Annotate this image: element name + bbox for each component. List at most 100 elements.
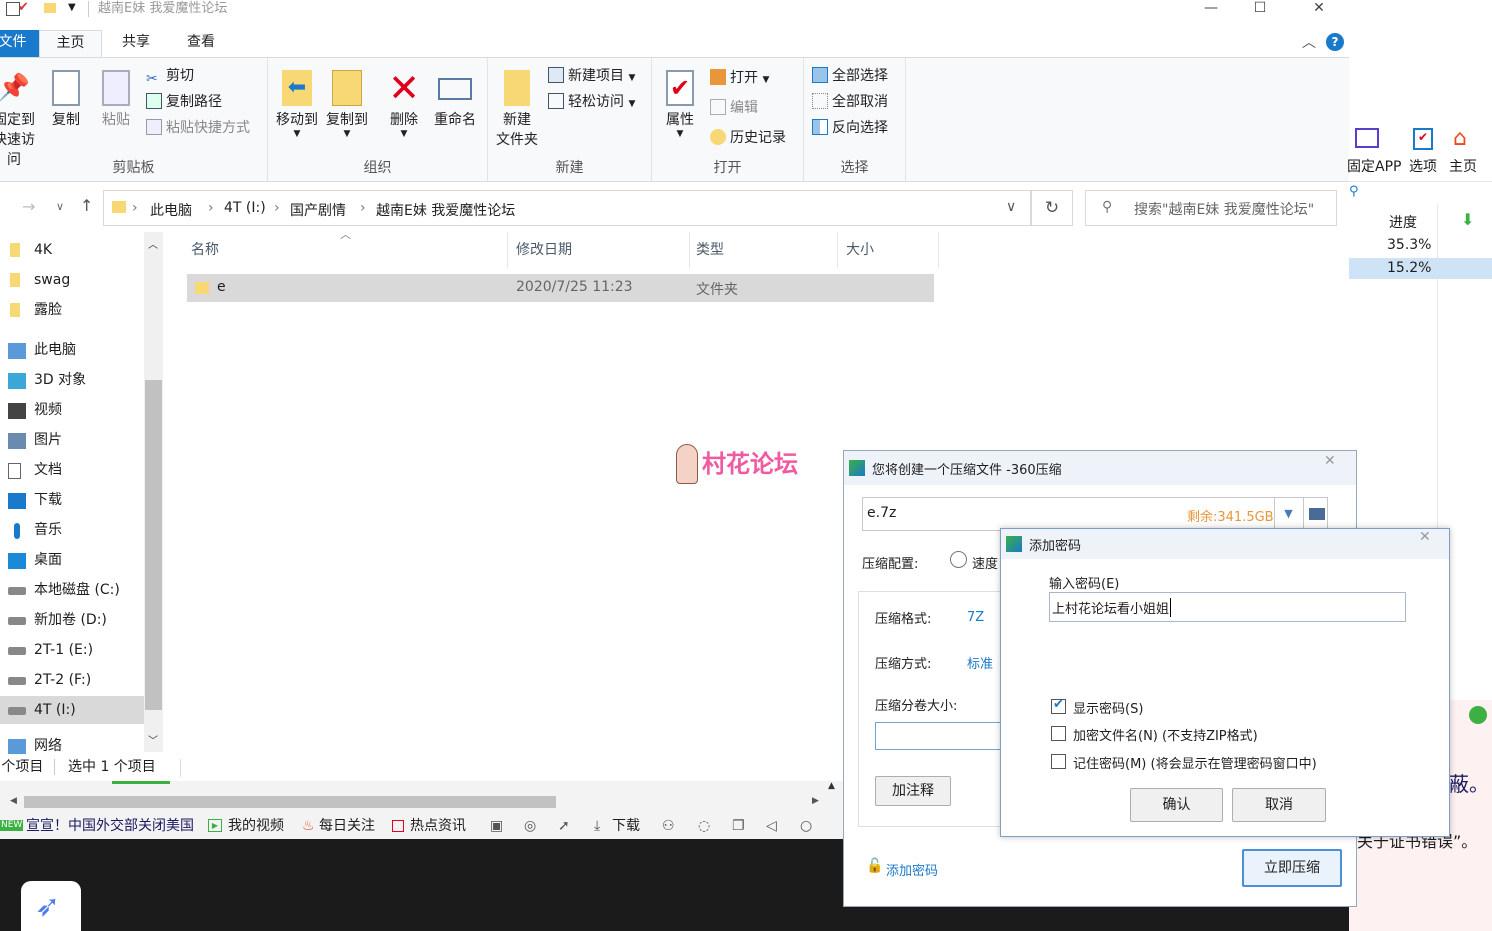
my-videos-link[interactable]: 我的视频 xyxy=(228,815,284,837)
close-icon[interactable]: ✕ xyxy=(1324,453,1336,469)
cancel-button[interactable]: 取消 xyxy=(1232,788,1326,822)
select-all-button[interactable]: 全部选择 xyxy=(812,66,888,86)
minimize-button[interactable]: — xyxy=(1188,0,1234,18)
properties-button[interactable]: ✔ 属性 ▼ xyxy=(658,70,702,139)
nav-item[interactable]: 视频 xyxy=(0,396,144,424)
invert-selection-button[interactable]: 反向选择 xyxy=(812,118,888,138)
address-bar[interactable]: › 此电脑 › 4T (I:) › 国产剧情 › 越南E妹 我爱魔性论坛 ∨ xyxy=(103,190,1031,226)
breadcrumb-current[interactable]: 越南E妹 我爱魔性论坛 xyxy=(376,200,515,220)
history-button[interactable]: 历史记录 xyxy=(710,128,786,148)
move-to-button[interactable]: ⬅ 移动到 ▼ xyxy=(274,70,320,139)
translate-icon[interactable]: ◎ xyxy=(524,815,536,837)
nav-item[interactable]: 桌面 xyxy=(0,546,144,574)
nav-item[interactable]: 2T-2 (F:) xyxy=(0,666,144,694)
speed-radio[interactable] xyxy=(950,551,967,568)
breadcrumb-drive[interactable]: 4T (I:) xyxy=(224,200,266,216)
compress-now-button[interactable]: 立即压缩 xyxy=(1242,849,1342,887)
format-value[interactable]: 7Z xyxy=(967,610,984,625)
dock-app[interactable]: ➶ xyxy=(21,881,81,931)
options-button[interactable]: 选项 xyxy=(1409,156,1437,176)
refresh-button[interactable]: ↻ xyxy=(1031,190,1073,226)
recent-dropdown-icon[interactable]: ∨ xyxy=(56,200,64,213)
nav-scrollbar[interactable]: ︿ ﹀ xyxy=(144,232,163,752)
add-comment-button[interactable]: 加注释 xyxy=(875,776,951,806)
nav-item[interactable]: 新加卷 (D:) xyxy=(0,606,144,634)
new-item-button[interactable]: 新建项目 ▼ xyxy=(548,66,635,88)
horizontal-scroll-thumb[interactable] xyxy=(24,796,556,808)
clean-icon[interactable]: ◌ xyxy=(698,815,710,837)
nav-item[interactable]: 4K xyxy=(0,236,144,264)
help-icon[interactable]: ? xyxy=(1326,33,1344,51)
app-icon[interactable] xyxy=(1469,706,1487,724)
nav-item[interactable]: 本地磁盘 (C:) xyxy=(0,576,144,604)
folder-icon[interactable] xyxy=(44,3,56,13)
copy-path-button[interactable]: 复制路径 xyxy=(146,92,222,112)
nav-item[interactable]: 图片 xyxy=(0,426,144,454)
delete-button[interactable]: ✕ 删除 ▼ xyxy=(382,69,426,139)
method-value[interactable]: 标准 xyxy=(967,653,993,672)
nav-item[interactable]: swag xyxy=(0,266,144,294)
collapse-ribbon-icon[interactable]: ︿ xyxy=(1302,32,1316,52)
encrypt-names-checkbox[interactable] xyxy=(1051,726,1066,741)
search-icon[interactable]: ⚲ xyxy=(1349,184,1359,199)
paste-button[interactable]: 粘贴 xyxy=(94,70,138,130)
paste-shortcut-button[interactable]: 粘贴快捷方式 xyxy=(146,118,250,138)
nav-item[interactable]: 文档 xyxy=(0,456,144,484)
easy-access-button[interactable]: 轻松访问 ▼ xyxy=(548,92,635,114)
split-size-input[interactable] xyxy=(875,722,1019,750)
cut-button[interactable]: ✂ 剪切 xyxy=(146,66,194,87)
pin-app-button[interactable]: 固定APP xyxy=(1347,156,1401,176)
zoom-icon[interactable]: ○ xyxy=(800,815,812,837)
col-type[interactable]: 类型 xyxy=(692,232,838,268)
volume-icon[interactable]: ◁ xyxy=(766,815,777,837)
scroll-down-icon[interactable]: ﹀ xyxy=(148,732,158,747)
remember-password-checkbox[interactable] xyxy=(1051,754,1066,769)
image-icon[interactable]: ▣ xyxy=(490,815,503,837)
nav-item[interactable]: 露脸 xyxy=(0,296,144,324)
search-box[interactable]: ⚲ 搜索"越南E妹 我爱魔性论坛" xyxy=(1085,190,1337,226)
address-dropdown-icon[interactable]: ∨ xyxy=(1006,199,1016,215)
password-input[interactable]: 上村花论坛看小姐姐 xyxy=(1049,592,1406,622)
tab-share[interactable]: 共享 xyxy=(106,30,166,57)
scroll-right-icon[interactable]: ▶ xyxy=(812,796,819,806)
col-size[interactable]: 大小 xyxy=(842,232,939,268)
edit-button[interactable]: 编辑 xyxy=(710,98,758,118)
qat-dropdown-icon[interactable]: ▼ xyxy=(68,2,76,13)
nav-item[interactable]: 3D 对象 xyxy=(0,366,144,394)
tab-view[interactable]: 查看 xyxy=(170,30,232,57)
nav-item[interactable]: 此电脑 xyxy=(0,336,144,364)
close-button[interactable]: ✕ xyxy=(1296,0,1342,18)
up-arrow-icon[interactable]: ↑ xyxy=(80,196,93,215)
nav-item[interactable]: 网络 xyxy=(0,732,144,754)
browse-button[interactable] xyxy=(1303,498,1329,530)
download-link[interactable]: 下载 xyxy=(612,815,640,837)
hot-news-link[interactable]: 热点资讯 xyxy=(410,815,466,837)
copy-to-button[interactable]: 复制到 ▼ xyxy=(324,70,370,139)
show-password-checkbox[interactable]: ✔ xyxy=(1051,697,1066,714)
selected-row[interactable]: 15.2% xyxy=(1349,258,1492,279)
pin-app-icon[interactable] xyxy=(1355,128,1379,148)
maximize-button[interactable]: ☐ xyxy=(1237,0,1283,18)
nav-item[interactable]: 音乐 xyxy=(0,516,144,544)
filename-field[interactable]: e.7z 剩余:341.5GB ▼ xyxy=(862,497,1328,531)
nav-item[interactable]: 下载 xyxy=(0,486,144,514)
tab-home[interactable]: 主页 xyxy=(39,30,102,57)
ok-button[interactable]: 确认 xyxy=(1130,788,1223,822)
col-name[interactable]: 名称 xyxy=(187,232,508,268)
col-date[interactable]: 修改日期 xyxy=(512,232,690,268)
breadcrumb-folder[interactable]: 国产剧情 xyxy=(290,200,346,220)
nav-item[interactable]: 2T-1 (E:) xyxy=(0,636,144,664)
back-arrow-icon[interactable]: → xyxy=(22,197,35,216)
new-folder-button[interactable]: 新建 文件夹 xyxy=(492,70,542,150)
daily-focus-link[interactable]: 每日关注 xyxy=(319,815,375,837)
close-icon[interactable]: ✕ xyxy=(1419,529,1431,545)
history-dropdown-icon[interactable]: ▼ xyxy=(1274,498,1302,530)
tab-file[interactable]: 文件 xyxy=(0,30,39,57)
pin-quick-access-button[interactable]: 📌 固定到 快速访问 xyxy=(0,70,40,170)
select-none-button[interactable]: 全部取消 xyxy=(812,92,888,112)
rename-button[interactable]: 重命名 xyxy=(428,70,482,130)
nav-item[interactable]: 4T (I:) xyxy=(0,696,144,724)
file-row[interactable]: e 2020/7/25 11:23 文件夹 xyxy=(187,274,934,302)
news-headline-link[interactable]: 宣宣！中国外交部关闭美国 xyxy=(26,815,194,837)
scroll-left-icon[interactable]: ◀ xyxy=(10,796,17,806)
